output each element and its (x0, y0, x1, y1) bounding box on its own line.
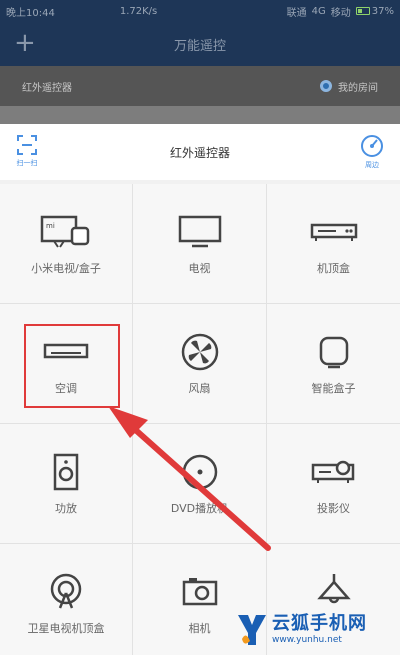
carrier-2: 移动 (330, 7, 351, 19)
fan-icon (181, 333, 218, 371)
room-icon (320, 80, 332, 92)
device-label: 风扇 (188, 382, 211, 395)
watermark-logo (236, 611, 268, 649)
tv-icon (178, 215, 221, 248)
dvd-player-icon (182, 454, 217, 490)
watermark-brand: 云狐手机网 (272, 612, 367, 634)
device-label: 电视 (188, 262, 211, 275)
room-label: 我的房间 (338, 82, 378, 94)
sheet-header: 扫一扫 红外遥控器 周边 (0, 124, 400, 180)
device-label: 投影仪 (317, 502, 350, 515)
device-label: 卫星电视机顶盒 (27, 622, 105, 635)
battery-indicator: 37% (355, 5, 394, 17)
room-selector[interactable]: 我的房间 (320, 79, 378, 94)
carrier-1: 联通 (286, 7, 307, 19)
screen: 晚上10:44 1.72K/s 联通 4G 移动 37% + 万能遥控 红外遥控… (0, 0, 400, 655)
device-mi-tv-box[interactable]: mi 小米电视/盒子 (0, 184, 133, 304)
device-label: 智能盒子 (311, 382, 356, 395)
device-grid: mi 小米电视/盒子 电视 机顶盒 空调 风扇 智能盒子 功放 DVD播放机 投… (0, 184, 400, 655)
watermark: 云狐手机网 www.yunhu.net (236, 604, 400, 655)
scan-label: 扫一扫 (16, 159, 38, 167)
device-projector[interactable]: 投影仪 (267, 424, 400, 544)
amplifier-icon (53, 453, 79, 491)
battery-icon (355, 7, 370, 15)
app-title: 万能遥控 (173, 38, 226, 54)
sub-bar-label: 红外遥控器 (22, 82, 72, 94)
watermark-url: www.yunhu.net (272, 634, 342, 645)
device-picker-sheet: 扫一扫 红外遥控器 周边 mi 小米电视/盒子 电视 机顶盒 空调 风扇 智能盒… (0, 124, 400, 655)
device-label: 空调 (55, 382, 77, 395)
device-label: 功放 (55, 502, 77, 515)
overlay-dim (0, 106, 400, 124)
device-dvd-player[interactable]: DVD播放机 (133, 424, 267, 544)
device-air-conditioner[interactable]: 空调 (0, 304, 133, 424)
device-satellite-box[interactable]: 卫星电视机顶盒 (0, 544, 133, 655)
status-bar: 晚上10:44 1.72K/s 联通 4G 移动 37% (0, 0, 400, 22)
sub-bar: 红外遥控器 我的房间 (0, 66, 400, 106)
network-speed: 1.72K/s (119, 5, 158, 17)
device-label: 相机 (188, 622, 211, 635)
smart-box-icon (319, 336, 348, 369)
set-top-box-icon (310, 223, 357, 241)
add-icon[interactable]: + (14, 28, 36, 58)
device-tv[interactable]: 电视 (133, 184, 267, 304)
nearby-icon (361, 135, 383, 157)
device-label: DVD播放机 (170, 502, 229, 515)
scan-button[interactable]: 扫一扫 (16, 134, 38, 168)
app-bar: + 万能遥控 (0, 22, 400, 66)
satellite-box-icon (50, 573, 82, 609)
projector-icon (311, 460, 354, 483)
mi-tv-box-icon: mi (40, 215, 90, 248)
network-type: 4G (311, 5, 326, 17)
watermark-text: 云狐手机网 www.yunhu.net (272, 612, 367, 646)
svg-text:mi: mi (46, 222, 55, 230)
nearby-label: 周边 (365, 161, 379, 169)
sheet-title: 红外遥控器 (169, 145, 230, 160)
device-fan[interactable]: 风扇 (133, 304, 267, 424)
status-right: 联通 4G 移动 37% (287, 4, 394, 19)
battery-percent: 37% (371, 5, 394, 17)
device-label: 机顶盒 (317, 262, 350, 275)
device-smart-box[interactable]: 智能盒子 (267, 304, 400, 424)
status-time: 晚上10:44 (6, 7, 55, 19)
air-conditioner-icon (43, 343, 89, 359)
scan-icon (17, 135, 37, 155)
device-set-top-box[interactable]: 机顶盒 (267, 184, 400, 304)
device-label: 小米电视/盒子 (31, 262, 101, 275)
nearby-button[interactable]: 周边 (360, 134, 384, 170)
device-amplifier[interactable]: 功放 (0, 424, 133, 544)
camera-icon (182, 578, 217, 606)
